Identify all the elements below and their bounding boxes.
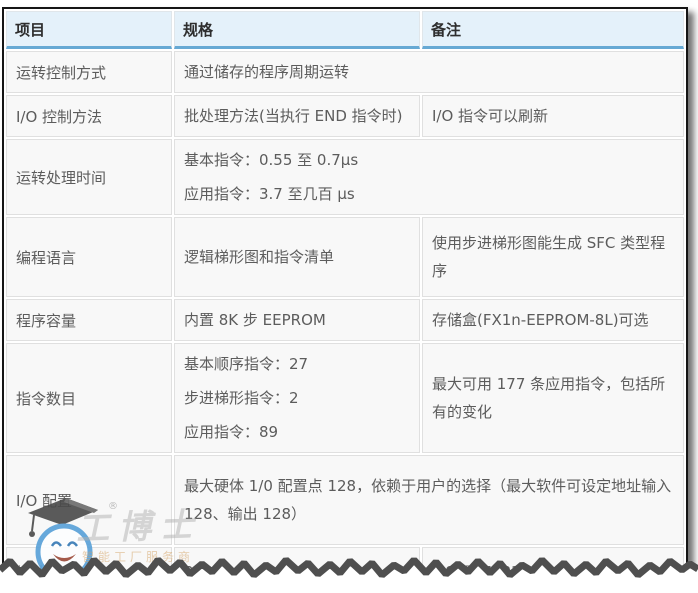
column-header-item: 项目 <box>6 11 172 49</box>
spec-cell: 内置 8K 步 EEPROM <box>174 299 420 341</box>
spec-cell: 最大硬体 1/0 配置点 128，依赖于用户的选择（最大软件可设定地址输入 12… <box>174 455 684 545</box>
item-cell: 运转处理时间 <box>6 139 172 215</box>
table-row: 指令数目基本顺序指令：27步进梯形指令：2应用指令：89最大可用 177 条应用… <box>6 343 684 453</box>
column-header-spec: 规格 <box>174 11 420 49</box>
spec-cell: 384 点 <box>174 547 420 593</box>
item-cell: 编程语言 <box>6 217 172 297</box>
table-row: 程序容量内置 8K 步 EEPROM存储盒(FX1n-EEPROM-8L)可选 <box>6 299 684 341</box>
spec-cell: 批处理方法(当执行 END 指令时) <box>174 95 420 137</box>
item-cell: I/O 控制方法 <box>6 95 172 137</box>
spec-cell: 基本顺序指令：27步进梯形指令：2应用指令：89 <box>174 343 420 453</box>
item-cell: 辅助继电 一般 <box>6 547 172 593</box>
table-row: 运转控制方式通过储存的程序周期运转 <box>6 51 684 93</box>
table-row: 辅助继电 一般384 点M0 至 M383 <box>6 547 684 593</box>
column-header-note: 备注 <box>422 11 684 49</box>
table-row: I/O 配置最大硬体 1/0 配置点 128，依赖于用户的选择（最大软件可设定地… <box>6 455 684 545</box>
item-cell: 指令数目 <box>6 343 172 453</box>
item-cell: I/O 配置 <box>6 455 172 545</box>
note-cell: 使用步进梯形图能生成 SFC 类型程序 <box>422 217 684 297</box>
plc-spec-table: 项目规格备注 运转控制方式通过储存的程序周期运转I/O 控制方法批处理方法(当执… <box>4 9 686 593</box>
spec-cell: 基本指令：0.55 至 0.7μs应用指令：3.7 至几百 μs <box>174 139 684 215</box>
spec-table-body: 运转控制方式通过储存的程序周期运转I/O 控制方法批处理方法(当执行 END 指… <box>6 51 684 593</box>
note-cell: M0 至 M383 <box>422 547 684 593</box>
table-row: I/O 控制方法批处理方法(当执行 END 指令时)I/O 指令可以刷新 <box>6 95 684 137</box>
spec-cell: 通过储存的程序周期运转 <box>174 51 684 93</box>
note-cell: 最大可用 177 条应用指令，包括所有的变化 <box>422 343 684 453</box>
table-row: 编程语言逻辑梯形图和指令清单使用步进梯形图能生成 SFC 类型程序 <box>6 217 684 297</box>
note-cell: I/O 指令可以刷新 <box>422 95 684 137</box>
item-cell: 运转控制方式 <box>6 51 172 93</box>
item-cell: 程序容量 <box>6 299 172 341</box>
header-row: 项目规格备注 <box>6 11 684 49</box>
spec-table-frame: 项目规格备注 运转控制方式通过储存的程序周期运转I/O 控制方法批处理方法(当执… <box>2 7 688 593</box>
note-cell: 存储盒(FX1n-EEPROM-8L)可选 <box>422 299 684 341</box>
spec-cell: 逻辑梯形图和指令清单 <box>174 217 420 297</box>
table-row: 运转处理时间基本指令：0.55 至 0.7μs应用指令：3.7 至几百 μs <box>6 139 684 215</box>
spec-table-screenshot: 项目规格备注 运转控制方式通过储存的程序周期运转I/O 控制方法批处理方法(当执… <box>0 0 698 593</box>
